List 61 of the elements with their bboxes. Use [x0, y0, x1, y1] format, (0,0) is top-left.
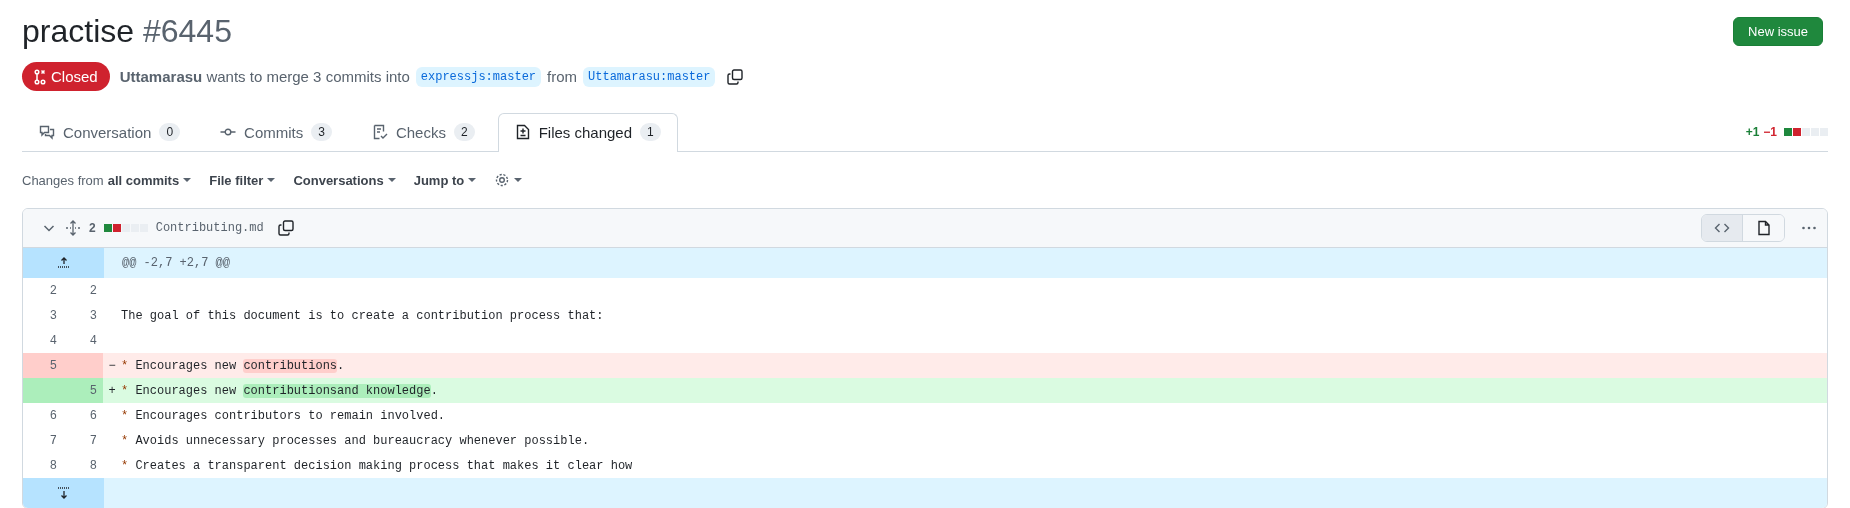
file-icon [1755, 220, 1772, 236]
settings-menu[interactable] [494, 172, 523, 188]
line-number: 5 [23, 353, 63, 378]
line-number: 2 [88, 282, 98, 300]
hunk-header: @@ -2,7 +2,7 @@ [122, 256, 231, 270]
additions-count: +1 [1745, 125, 1760, 139]
copy-icon[interactable] [277, 220, 294, 236]
pr-number: #6445 [142, 13, 232, 49]
filter-menu[interactable]: File filter [209, 172, 276, 188]
comments-icon [39, 124, 55, 140]
code-line: * Encourages new contributions. [121, 358, 345, 373]
tab-count: 2 [453, 123, 475, 141]
diff-sign: + [108, 383, 116, 398]
tab-count: 1 [640, 123, 661, 141]
tab[interactable]: Checks 2 [354, 113, 492, 152]
copy-icon[interactable] [727, 68, 744, 85]
file-name[interactable]: Contributing.md [155, 221, 264, 235]
pr-title: practise [22, 13, 135, 49]
tab-count: 0 [159, 123, 181, 141]
view-toggle[interactable] [1701, 214, 1785, 242]
changes-from-menu[interactable]: Changes from all commits [22, 172, 192, 188]
expand-icon[interactable] [65, 220, 81, 236]
line-number: 8 [88, 457, 98, 475]
status-badge: Closed [22, 62, 110, 91]
line-number: 7 [88, 432, 98, 450]
line-number: 6 [88, 407, 98, 425]
code-line: * Encourages new contributionsand knowledge. [121, 383, 438, 398]
filter-menu[interactable]: Conversations [293, 172, 396, 188]
diff-sign: − [108, 358, 116, 373]
line-number: 3 [88, 307, 98, 325]
expand-down-icon[interactable] [55, 486, 72, 500]
new-issue-button[interactable]: New issue [1733, 16, 1823, 46]
changes-count: 2 [89, 221, 96, 235]
gutter-cell [23, 378, 63, 403]
tab[interactable]: Conversation 0 [22, 113, 198, 152]
gutter-cell [63, 353, 103, 378]
merge-summary: Uttamarasu wants to merge 3 commits into [119, 68, 410, 85]
tab[interactable]: Files changed 1 [497, 113, 678, 152]
line-number: 6 [48, 407, 58, 425]
line-number: 4 [88, 332, 98, 350]
from-label: from [547, 68, 578, 85]
line-number: 5 [63, 378, 103, 403]
code-line: The goal of this document is to create a contribution process that: [121, 308, 604, 323]
filter-menu[interactable]: Jump to [413, 172, 477, 188]
deletions-count: −1 [1763, 125, 1777, 139]
expand-up-icon[interactable] [55, 256, 72, 270]
line-number: 8 [48, 457, 58, 475]
line-number: 4 [48, 332, 58, 350]
tab[interactable]: Commits 3 [203, 113, 349, 152]
checklist-icon [371, 124, 388, 140]
code-line: * Creates a transparent decision making process that makes it clear how [121, 458, 633, 473]
line-number: 2 [48, 282, 58, 300]
code-view-button[interactable] [1702, 215, 1743, 241]
line-number: 3 [48, 307, 58, 325]
head-branch[interactable]: Uttamarasu:master [583, 66, 716, 87]
base-branch[interactable]: expressjs:master [415, 66, 542, 87]
tab-count: 3 [311, 123, 332, 141]
file-diff-icon [514, 124, 531, 140]
line-number: 7 [48, 432, 58, 450]
code-line: * Avoids unnecessary processes and bureaucracy whenever possible. [121, 433, 590, 448]
code-line: * Encourages contributors to remain involved. [121, 408, 446, 423]
